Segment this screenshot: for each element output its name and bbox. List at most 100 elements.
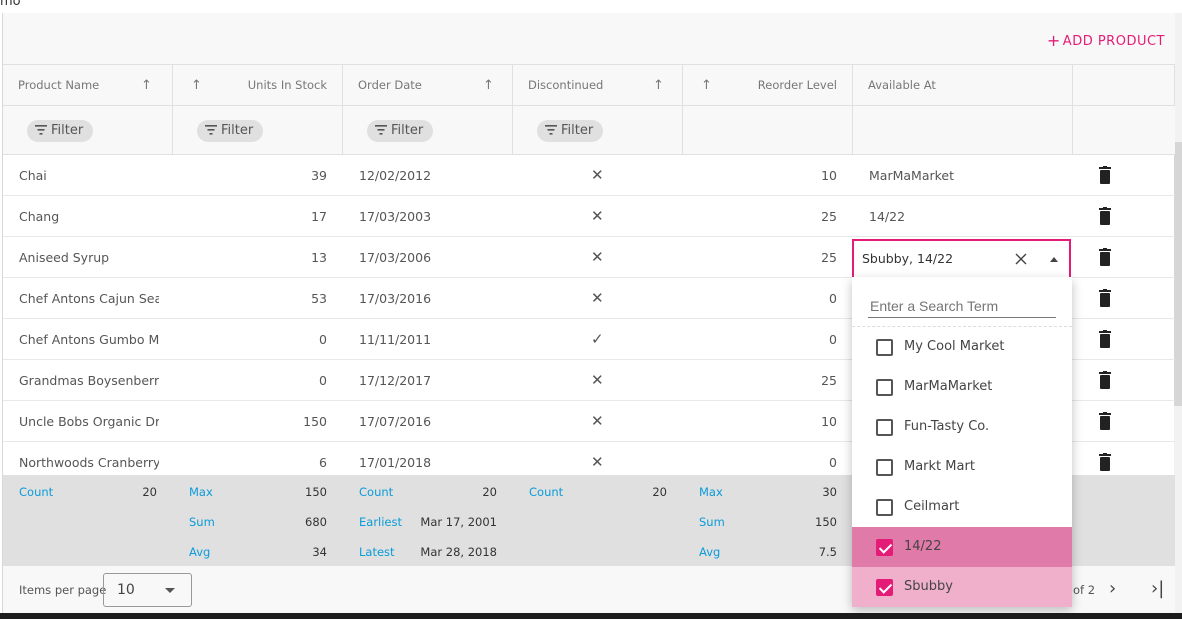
filter-chip-units-in-stock[interactable]: Filter xyxy=(197,120,264,142)
items-per-page-label: Items per page xyxy=(19,583,107,597)
filter-chip-order-date[interactable]: Filter xyxy=(367,120,434,142)
table-row[interactable]: Chang 17 17/03/2003 ✕ 25 14/22 xyxy=(3,196,1175,237)
summary-label: Sum xyxy=(699,515,725,529)
filter-label: Filter xyxy=(561,123,594,138)
checkbox[interactable] xyxy=(876,499,893,516)
filter-cell: Filter xyxy=(513,106,683,155)
cell-units-in-stock: 150 xyxy=(303,414,327,429)
trash-icon[interactable] xyxy=(1099,248,1111,266)
page-count-text: of 2 xyxy=(1073,583,1096,597)
trash-icon[interactable] xyxy=(1099,289,1111,307)
filter-cell xyxy=(1073,106,1175,155)
checkbox[interactable] xyxy=(876,379,893,396)
summary-value: 20 xyxy=(482,485,497,499)
header-available-at[interactable]: Available At xyxy=(853,65,1073,106)
scrollbar-thumb[interactable] xyxy=(1174,142,1182,406)
trash-icon[interactable] xyxy=(1099,453,1111,471)
cell-reorder-level: 25 xyxy=(821,373,837,388)
dropdown-option[interactable]: 14/22 xyxy=(852,527,1072,567)
header-order-date[interactable]: Order Date ↑ xyxy=(343,65,513,106)
dropdown-option[interactable]: My Cool Market xyxy=(852,327,1072,367)
cell-discontinued: ✕ xyxy=(591,166,604,184)
table-row[interactable]: Chai 39 12/02/2012 ✕ 10 MarMaMarket xyxy=(3,155,1175,196)
available-at-editor[interactable]: Sbubby, 14/22 xyxy=(852,239,1071,277)
cell-units-in-stock: 0 xyxy=(319,332,327,347)
header-product-name[interactable]: Product Name ↑ xyxy=(3,65,173,106)
sort-arrow-icon[interactable]: ↑ xyxy=(191,65,202,106)
chevron-up-icon[interactable] xyxy=(1050,257,1058,262)
cell-units-in-stock: 53 xyxy=(311,291,327,306)
cell-product-name: Chef Antons Cajun Sea… xyxy=(19,291,159,306)
header-reorder-level[interactable]: ↑ Reorder Level xyxy=(683,65,853,106)
checkbox[interactable] xyxy=(876,419,893,436)
filter-icon xyxy=(205,124,217,135)
cell-discontinued: ✕ xyxy=(591,207,604,225)
sort-arrow-icon[interactable]: ↑ xyxy=(653,65,664,106)
cell-reorder-level: 0 xyxy=(829,291,837,306)
filter-chip-discontinued[interactable]: Filter xyxy=(537,120,604,142)
summary-label: Earliest xyxy=(359,515,403,529)
cell-order-date: 17/03/2003 xyxy=(359,209,432,224)
header-units-in-stock[interactable]: ↑ Units In Stock xyxy=(173,65,343,106)
dropdown-option[interactable]: MarMaMarket xyxy=(852,367,1072,407)
summary-value: 30 xyxy=(822,485,837,499)
cell-discontinued: ✕ xyxy=(591,248,604,266)
cell-available-at[interactable]: 14/22 xyxy=(869,196,1049,237)
checkbox[interactable] xyxy=(876,579,893,596)
summary-label: Latest xyxy=(359,545,395,559)
page-title: emo xyxy=(0,0,21,9)
cell-order-date: 17/07/2016 xyxy=(359,414,432,429)
cell-available-at[interactable]: MarMaMarket xyxy=(869,155,1049,196)
dropdown-option[interactable]: Ceilmart xyxy=(852,487,1072,527)
clear-icon[interactable] xyxy=(1014,252,1028,266)
trash-icon[interactable] xyxy=(1099,371,1111,389)
summary-label: Count xyxy=(19,485,54,499)
summary-label: Max xyxy=(189,485,213,499)
filter-icon xyxy=(545,124,557,135)
cell-units-in-stock: 17 xyxy=(311,209,327,224)
items-per-page-select[interactable]: 10 xyxy=(103,573,192,607)
header-reorder-level-label: Reorder Level xyxy=(757,78,837,92)
grid-toolbar: + ADD PRODUCT xyxy=(3,13,1175,65)
dropdown-option[interactable]: Markt Mart xyxy=(852,447,1072,487)
option-label: Ceilmart xyxy=(904,499,960,514)
trash-icon[interactable] xyxy=(1099,330,1111,348)
sort-arrow-icon[interactable]: ↑ xyxy=(701,65,712,106)
next-page-icon[interactable]: › xyxy=(1109,578,1116,599)
filter-row: Filter Filter Filter Filter xyxy=(3,106,1175,155)
cell-order-date: 12/02/2012 xyxy=(359,168,432,183)
summary-value: 34 xyxy=(312,545,327,559)
cell-discontinued: ✕ xyxy=(591,289,604,307)
checkbox[interactable] xyxy=(876,459,893,476)
header-discontinued[interactable]: Discontinued ↑ xyxy=(513,65,683,106)
editor-value: Sbubby, 14/22 xyxy=(862,251,954,266)
sort-arrow-icon[interactable]: ↑ xyxy=(483,65,494,106)
filter-chip-product-name[interactable]: Filter xyxy=(27,120,94,142)
cell-order-date: 17/03/2006 xyxy=(359,250,432,265)
add-product-button[interactable]: + ADD PRODUCT xyxy=(1047,30,1165,50)
checkbox[interactable] xyxy=(876,339,893,356)
cell-product-name: Grandmas Boysenberry… xyxy=(19,373,159,388)
cell-product-name: Chef Antons Gumbo Mix xyxy=(19,332,159,347)
filter-icon xyxy=(375,124,387,135)
summary-value: Mar 28, 2018 xyxy=(420,545,497,559)
summary-value: 150 xyxy=(815,515,837,529)
search-input[interactable] xyxy=(868,294,1056,318)
trash-icon[interactable] xyxy=(1099,207,1111,225)
dropdown-option[interactable]: Fun-Tasty Co. xyxy=(852,407,1072,447)
dropdown-option[interactable]: Sbubby xyxy=(852,567,1072,607)
trash-icon[interactable] xyxy=(1099,412,1111,430)
cell-reorder-level: 25 xyxy=(821,209,837,224)
add-product-label: ADD PRODUCT xyxy=(1062,34,1165,49)
cell-discontinued: ✓ xyxy=(591,330,604,348)
summary-label: Count xyxy=(529,485,564,499)
filter-icon xyxy=(35,124,47,135)
trash-icon[interactable] xyxy=(1099,166,1111,184)
cell-product-name: Aniseed Syrup xyxy=(19,250,110,265)
checkbox[interactable] xyxy=(876,539,893,556)
cell-order-date: 17/12/2017 xyxy=(359,373,432,388)
header-discontinued-label: Discontinued xyxy=(528,78,604,92)
filter-cell xyxy=(683,106,853,155)
last-page-icon[interactable]: ›| xyxy=(1151,578,1164,599)
sort-arrow-icon[interactable]: ↑ xyxy=(141,65,152,106)
